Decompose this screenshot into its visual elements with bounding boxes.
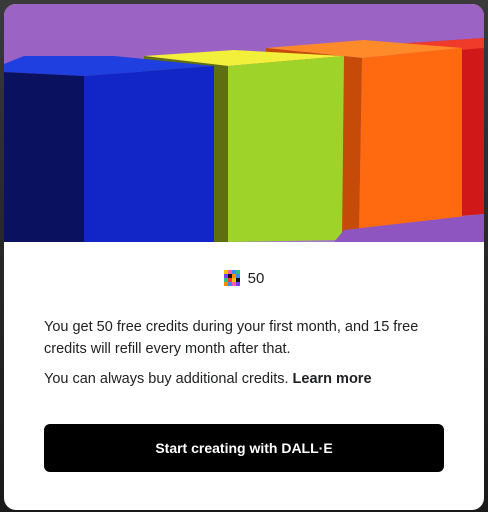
credits-pixel-icon	[223, 270, 240, 286]
colorful-blocks-illustration	[4, 38, 484, 242]
start-creating-button[interactable]: Start creating with DALL·E	[44, 424, 444, 472]
credits-description: You get 50 free credits during your firs…	[44, 316, 444, 398]
credits-paragraph-1: You get 50 free credits during your firs…	[44, 319, 419, 357]
credit-balance: 50	[4, 266, 484, 290]
credit-count: 50	[247, 269, 265, 287]
credits-modal: 50 You get 50 free credits during your f…	[4, 4, 484, 510]
credits-paragraph-2-text: You can always buy additional credits.	[44, 371, 293, 387]
learn-more-link[interactable]: Learn more	[293, 371, 372, 387]
credits-paragraph-2: You can always buy additional credits. L…	[44, 368, 444, 390]
hero-image	[4, 4, 484, 242]
